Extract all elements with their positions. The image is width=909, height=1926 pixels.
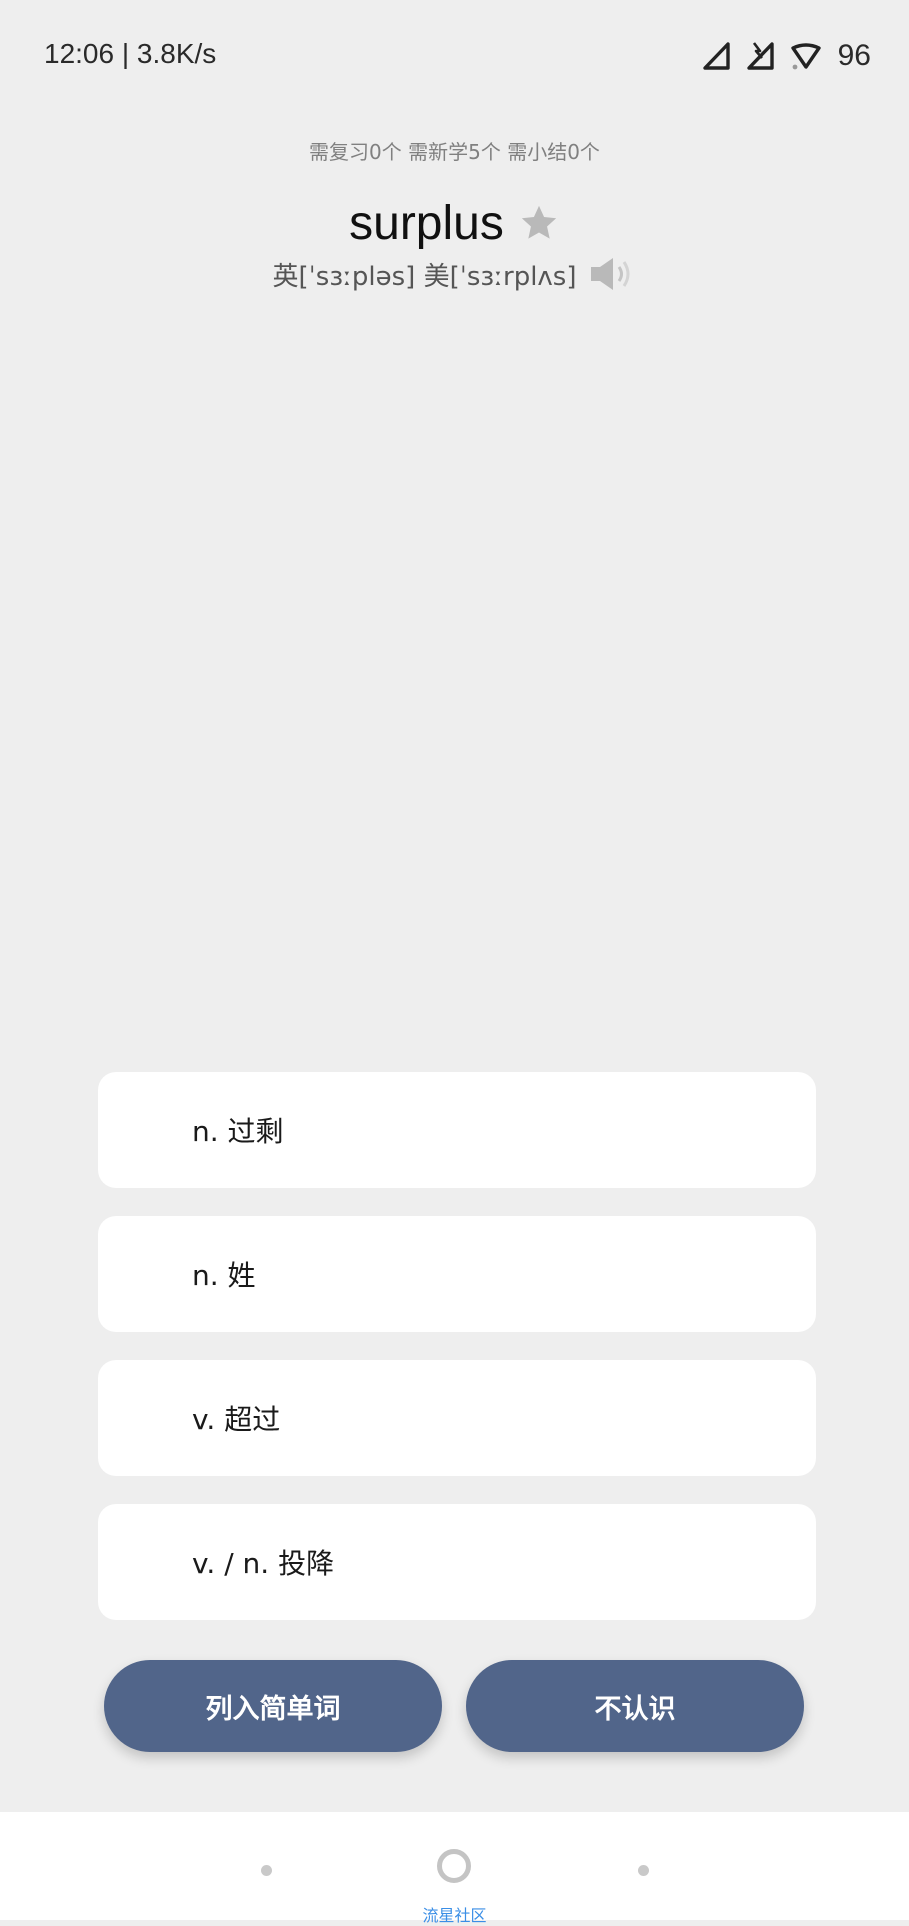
wifi-icon <box>790 41 822 71</box>
bottom-nav: 流星社区 <box>0 1812 909 1925</box>
status-time-speed: 12:06 | 3.8K/s <box>44 38 217 69</box>
option-2[interactable]: n. 姓 <box>98 1216 816 1332</box>
star-icon[interactable] <box>518 202 560 244</box>
option-1[interactable]: n. 过剩 <box>98 1072 816 1188</box>
progress-summary: 需复习0个 需新学5个 需小结0个 <box>309 140 600 164</box>
signal-icon <box>702 41 732 71</box>
word-text: surplus <box>349 196 504 250</box>
phonetic-row: 英[ˈsɜːpləs] 美[ˈsɜːrplʌs] <box>0 252 909 296</box>
speaker-icon[interactable] <box>589 254 637 294</box>
unknown-button[interactable]: 不认识 <box>466 1660 804 1752</box>
nav-label[interactable]: 流星社区 <box>0 1902 909 1926</box>
battery-level: 96 <box>837 39 871 72</box>
nav-home-circle[interactable] <box>437 1849 471 1883</box>
nav-dot-right[interactable] <box>638 1865 649 1876</box>
word-header: surplus <box>0 188 909 258</box>
option-3[interactable]: v. 超过 <box>98 1360 816 1476</box>
status-bar: 12:06 | 3.8K/s 96 <box>0 0 909 110</box>
status-icons: 96 <box>702 36 871 76</box>
phonetic-text: 英[ˈsɜːpləs] 美[ˈsɜːrplʌs] <box>272 261 577 292</box>
option-4[interactable]: v. / n. 投降 <box>98 1504 816 1620</box>
mark-easy-button[interactable]: 列入简单词 <box>104 1660 442 1752</box>
signal-alt-icon <box>746 41 776 71</box>
nav-dot-left[interactable] <box>261 1865 272 1876</box>
